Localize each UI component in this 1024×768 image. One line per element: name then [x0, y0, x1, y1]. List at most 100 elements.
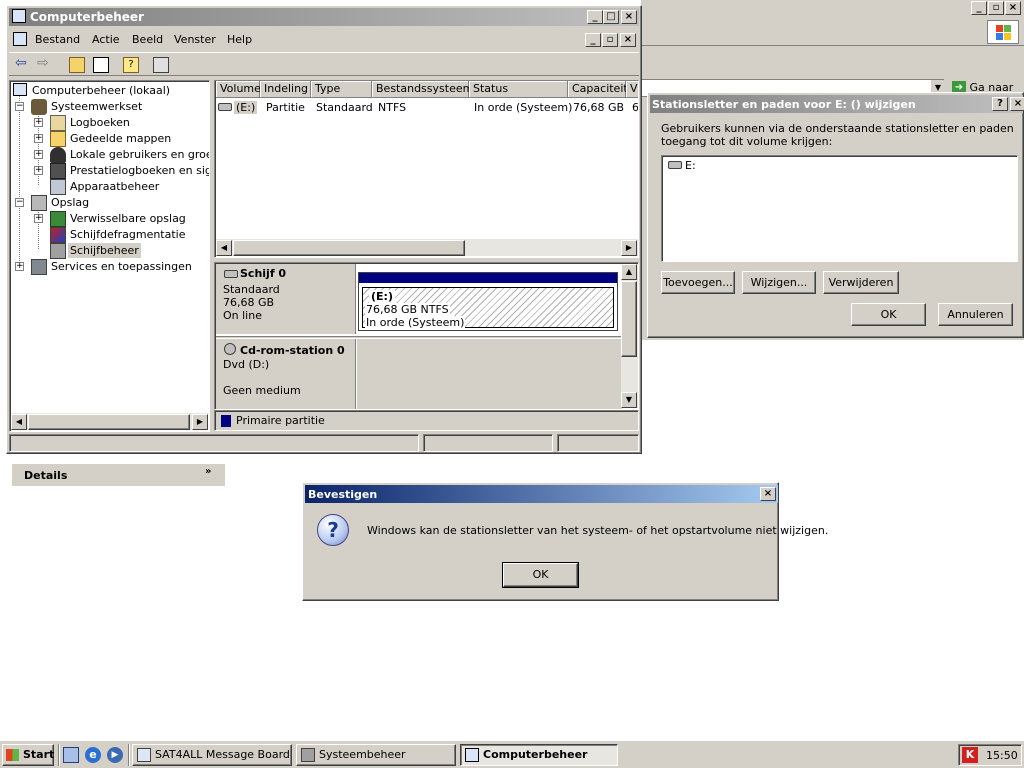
tree-collapse-toggle[interactable]: −	[15, 198, 24, 207]
scroll-right-arrow[interactable]: ▶	[621, 240, 637, 256]
remove-button[interactable]: Verwijderen	[823, 271, 899, 294]
menu-help[interactable]: Help	[227, 33, 252, 46]
col-bestandssysteem[interactable]: Bestandssysteem	[372, 81, 473, 98]
internet-explorer-icon[interactable]: e	[85, 747, 101, 763]
help-button[interactable]: ?	[992, 97, 1008, 111]
paths-list[interactable]: E:	[661, 155, 1018, 262]
task-computerbeheer[interactable]: Computerbeheer	[460, 744, 618, 766]
app-menu-icon[interactable]	[13, 32, 27, 46]
tree-item-computerbeheer[interactable]: Computerbeheer (lokaal)	[32, 84, 170, 97]
volume-list: Volume Indeling Type Bestandssysteem Sta…	[214, 80, 639, 258]
close-button[interactable]: ×	[1005, 1, 1021, 15]
menu-venster[interactable]: Venster	[174, 33, 216, 46]
tree-expand-toggle[interactable]: +	[34, 214, 43, 223]
task-sat4all[interactable]: SAT4ALL Message Board...	[132, 744, 292, 766]
menu-bestand[interactable]: Bestand	[35, 33, 80, 46]
background-toolbar	[641, 18, 1024, 46]
tree-item-schijfbeheer[interactable]: Schijfbeheer	[68, 243, 141, 258]
ok-button[interactable]: OK	[851, 303, 926, 326]
details-panel[interactable]: Details »	[12, 464, 225, 486]
col-volume[interactable]: Volume	[216, 81, 261, 98]
disk-view: Schijf 0 Standaard 76,68 GB On line (E:)…	[214, 262, 639, 410]
back-arrow-icon[interactable]: ⇦	[15, 55, 27, 71]
close-button[interactable]: ×	[1010, 97, 1024, 111]
scroll-thumb[interactable]	[233, 240, 465, 256]
scroll-thumb[interactable]	[621, 281, 637, 357]
child-close-button[interactable]: ×	[620, 33, 636, 47]
scroll-up-arrow[interactable]: ▲	[621, 264, 637, 280]
close-button[interactable]: ×	[621, 10, 637, 24]
tree-item-services[interactable]: Services en toepassingen	[51, 260, 192, 273]
media-player-icon[interactable]: ▶	[107, 747, 123, 763]
scroll-right-arrow[interactable]: ▶	[192, 414, 208, 430]
show-hide-tree-icon[interactable]	[93, 57, 109, 73]
up-folder-icon[interactable]	[69, 57, 85, 73]
disk0-info: Schijf 0 Standaard 76,68 GB On line	[216, 264, 356, 334]
desktop-icon[interactable]	[63, 747, 79, 763]
toolbar: ⇦ ⇨ ?	[9, 52, 639, 76]
close-button[interactable]: ×	[760, 487, 776, 501]
scroll-thumb[interactable]	[28, 414, 190, 430]
start-button[interactable]: Start	[2, 744, 54, 766]
help-icon[interactable]: ?	[123, 57, 139, 73]
child-minimize-button[interactable]: _	[585, 33, 601, 47]
partition-name: (E:)	[369, 290, 395, 303]
scroll-left-arrow[interactable]: ◀	[216, 240, 232, 256]
tree-item-systeemwerkset[interactable]: Systeemwerkset	[51, 100, 142, 113]
scroll-left-arrow[interactable]: ◀	[11, 414, 27, 430]
tree-item-logboeken[interactable]: Logboeken	[70, 116, 130, 129]
table-row[interactable]: (E:) Partitie Standaard NTFS In orde (Sy…	[216, 100, 638, 116]
forward-arrow-icon[interactable]: ⇨	[37, 55, 49, 71]
scroll-down-arrow[interactable]: ▼	[621, 392, 637, 408]
properties-icon[interactable]	[153, 57, 169, 73]
add-button[interactable]: Toevoegen...	[661, 271, 735, 294]
menu-actie[interactable]: Actie	[92, 33, 120, 46]
defrag-icon	[50, 227, 66, 243]
tree-expand-toggle[interactable]: +	[15, 262, 24, 271]
partition-e[interactable]: (E:) 76,68 GB NTFS In orde (Systeem)	[358, 272, 618, 331]
disk-separator	[216, 336, 621, 338]
drive-letter-dialog: Stationsletter en paden voor E: () wijzi…	[647, 92, 1024, 338]
restore-button[interactable]: ▫	[988, 1, 1004, 15]
quicklaunch-separator	[128, 744, 130, 766]
task-systeembeheer[interactable]: Systeembeheer	[296, 744, 456, 766]
maximize-button[interactable]: □	[603, 10, 619, 24]
tree-expand-toggle[interactable]: +	[34, 134, 43, 143]
chevron-down-icon[interactable]: »	[205, 466, 211, 477]
menu-beeld[interactable]: Beeld	[132, 33, 163, 46]
minimize-button[interactable]: _	[971, 1, 987, 15]
cell-type: Standaard	[316, 101, 373, 114]
tree-item-lokale-gebruikers[interactable]: Lokale gebruikers en groepen	[70, 148, 209, 161]
clock[interactable]: 15:50	[986, 749, 1018, 762]
tree-item-verwisselbare-opslag[interactable]: Verwisselbare opslag	[70, 212, 186, 225]
child-restore-button[interactable]: ▫	[602, 33, 618, 47]
status-pane-2	[423, 434, 553, 452]
ok-button[interactable]: OK	[502, 562, 579, 588]
paths-list-item[interactable]: E:	[685, 159, 696, 172]
col-status[interactable]: Status	[469, 81, 568, 98]
main-titlebar: Computerbeheer _ □ ×	[9, 8, 639, 26]
tree-expand-toggle[interactable]: +	[34, 150, 43, 159]
col-type[interactable]: Type	[311, 81, 372, 98]
col-indeling[interactable]: Indeling	[260, 81, 311, 98]
tree-item-opslag[interactable]: Opslag	[51, 196, 89, 209]
tree-expand-toggle[interactable]: +	[34, 166, 43, 175]
tree-collapse-toggle[interactable]: −	[15, 102, 24, 111]
col-capaciteit[interactable]: Capaciteit	[568, 81, 628, 98]
dialog-description: Gebruikers kunnen via de onderstaande st…	[661, 122, 1014, 148]
tree-item-apparaatbeheer[interactable]: Apparaatbeheer	[70, 180, 159, 193]
disk0-size: 76,68 GB	[223, 296, 275, 309]
tree-expand-toggle[interactable]: +	[34, 118, 43, 127]
tree-item-gedeelde-mappen[interactable]: Gedeelde mappen	[70, 132, 171, 145]
minimize-button[interactable]: _	[587, 10, 603, 24]
antivirus-icon[interactable]: K	[962, 747, 978, 763]
confirm-titlebar: Bevestigen ×	[305, 485, 778, 503]
users-icon	[50, 147, 66, 163]
tree-item-schijfdefragmentatie[interactable]: Schijfdefragmentatie	[70, 228, 186, 241]
tree-item-prestatielogboeken[interactable]: Prestatielogboeken en signalen	[70, 164, 209, 177]
cell-extra: 6	[632, 101, 639, 114]
col-v[interactable]: V	[626, 81, 638, 98]
change-button[interactable]: Wijzigen...	[742, 271, 816, 294]
system-tray: K 15:50	[958, 744, 1022, 766]
cancel-button[interactable]: Annuleren	[938, 303, 1013, 326]
